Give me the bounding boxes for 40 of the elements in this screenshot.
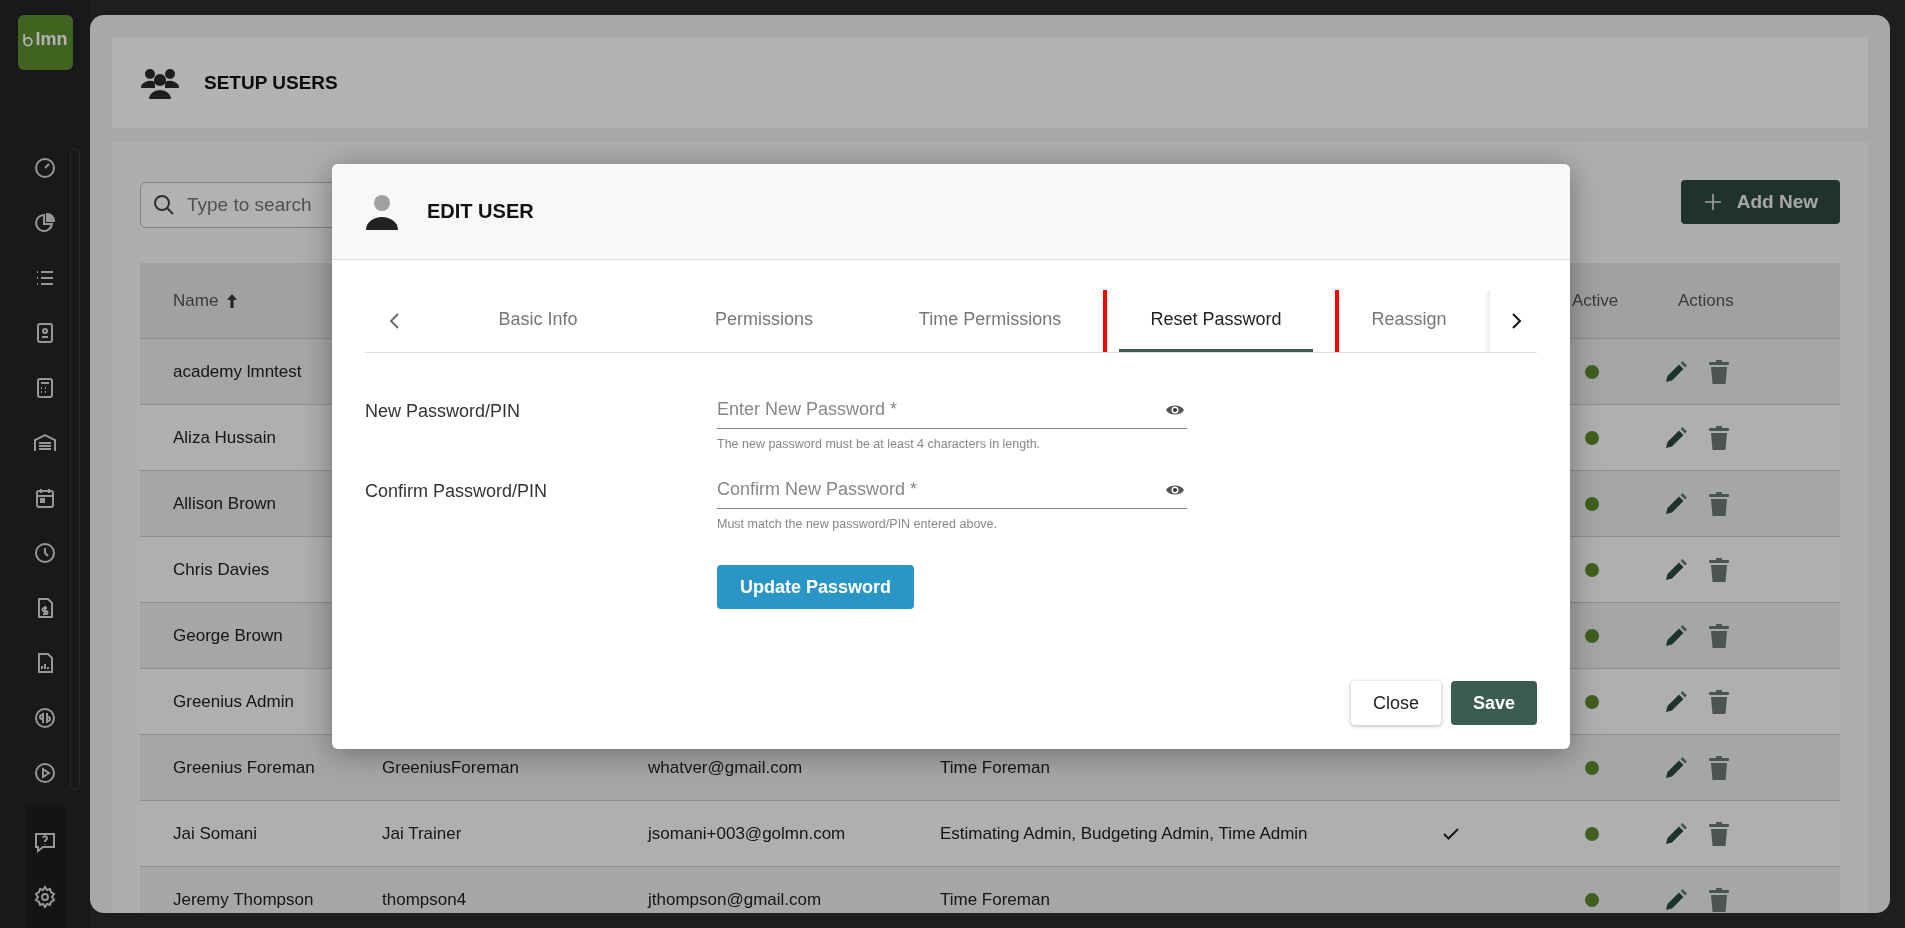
field-hint: Must match the new password/PIN entered above.: [717, 517, 998, 531]
password-field[interactable]: Confirm New Password *: [717, 471, 1187, 509]
table-cell: academy lmntest: [173, 361, 302, 382]
table-row[interactable]: Jeremy Thompson thompson4 jthompson@gmail.com Time Foreman: [140, 867, 1840, 913]
tab[interactable]: Permissions: [667, 290, 861, 352]
tab[interactable]: Reassign: [1345, 290, 1473, 352]
column-header[interactable]: Actions: [1678, 290, 1734, 311]
table-cell: Jai Somani: [173, 823, 258, 844]
table-cell: Jai Trainer: [382, 823, 462, 844]
table-cell: jsomani+003@golmn.com: [648, 823, 846, 844]
field-label: New Password/PIN: [365, 400, 522, 422]
tab[interactable]: Time Permissions: [893, 290, 1087, 352]
table-cell: Time Foreman: [940, 889, 1050, 910]
save-button[interactable]: Save: [1450, 681, 1537, 725]
password-field[interactable]: Enter New Password *: [717, 391, 1187, 429]
column-header[interactable]: Active: [1572, 290, 1619, 311]
add-new-button[interactable]: Add New: [1680, 180, 1840, 224]
field-hint: The new password must be at least 4 characters in length.: [717, 437, 1042, 451]
table-cell: whatver@gmail.com: [648, 757, 803, 778]
table-cell: Allison Brown: [173, 493, 276, 514]
table-cell: GreeniusForeman: [382, 757, 519, 778]
close-button[interactable]: Close: [1350, 681, 1441, 725]
table-cell: Aliza Hussain: [173, 427, 276, 448]
table-cell: jthompson@gmail.com: [648, 889, 822, 910]
field-label: Confirm Password/PIN: [365, 480, 549, 502]
update-password-button[interactable]: Update Password: [717, 565, 915, 609]
tab[interactable]: Basic Info: [441, 290, 635, 352]
table-cell: Chris Davies: [173, 559, 270, 580]
table-cell: Jeremy Thompson: [173, 889, 314, 910]
logo[interactable]: lmn: [17, 15, 73, 70]
column-header[interactable]: Name: [173, 290, 239, 311]
table-cell: George Brown: [173, 625, 283, 646]
page-title: SETUP USERS: [204, 71, 338, 94]
logo-text: lmn: [35, 29, 68, 50]
table-cell: Estimating Admin, Budgeting Admin, Time Admin: [940, 823, 1308, 844]
table-cell: Greenius Admin: [173, 691, 294, 712]
table-cell: Time Foreman: [940, 757, 1050, 778]
tab[interactable]: Reset Password: [1119, 290, 1313, 352]
table-cell: Greenius Foreman: [173, 757, 315, 778]
table-cell: thompson4: [382, 889, 467, 910]
